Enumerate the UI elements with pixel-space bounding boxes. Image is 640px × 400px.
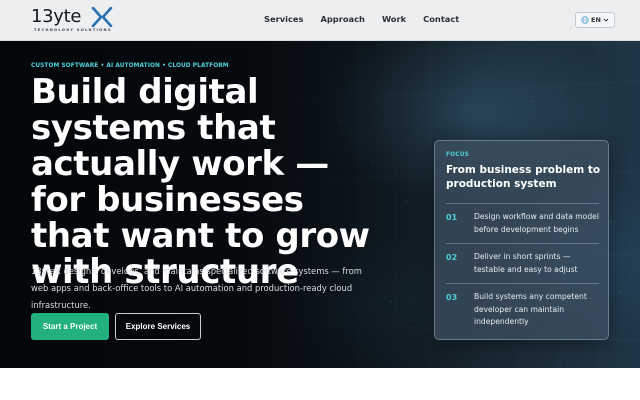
focus-item-text: Deliver in short sprints — testable and … — [474, 252, 578, 274]
focus-item-number: 03 — [446, 293, 458, 302]
nav-work[interactable]: Work — [382, 14, 406, 24]
main-nav: Services Approach Work Contact — [264, 14, 476, 24]
focus-card-kicker: FOCUS — [446, 152, 470, 158]
chevron-down-icon — [603, 18, 609, 22]
nav-approach[interactable]: Approach — [320, 14, 365, 24]
logo-tagline: TECHNOLOGY SOLUTIONS — [34, 28, 112, 32]
hero-eyebrow: CUSTOM SOFTWARE • AI AUTOMATION • CLOUD … — [31, 63, 229, 69]
language-code: EN — [591, 16, 601, 24]
focus-item-text: Build systems any competent developer ca… — [474, 292, 587, 326]
focus-card: FOCUS From business problem to productio… — [434, 140, 609, 340]
hero-headline: Build digital systems that actually work… — [31, 72, 370, 292]
focus-item-number: 01 — [446, 213, 458, 222]
focus-card-title: From business problem to production syst… — [446, 164, 601, 190]
globe-icon — [581, 16, 589, 24]
explore-services-button[interactable]: Explore Services — [115, 313, 201, 340]
brand-logo[interactable]: 13yte TECHNOLOGY SOLUTIONS — [31, 6, 121, 36]
nav-contact[interactable]: Contact — [423, 14, 459, 24]
language-selector[interactable]: EN — [575, 12, 615, 28]
x-logo-mark-icon — [91, 7, 113, 27]
logo-wordmark: 13yte — [31, 6, 82, 27]
nav-services[interactable]: Services — [264, 14, 303, 24]
site-header: 13yte TECHNOLOGY SOLUTIONS Services Appr… — [0, 0, 640, 41]
hero-section: CUSTOM SOFTWARE • AI AUTOMATION • CLOUD … — [0, 41, 640, 368]
hero-lead: 13yteX designs, develops, and maintains … — [31, 266, 362, 310]
focus-item-text: Design workflow and data model before de… — [474, 212, 599, 234]
start-project-button[interactable]: Start a Project — [31, 313, 109, 340]
focus-card-list: 01 Design workflow and data model before… — [446, 203, 599, 331]
focus-list-item: 02 Deliver in short sprints — testable a… — [446, 243, 599, 283]
focus-item-number: 02 — [446, 253, 458, 262]
focus-list-item: 03 Build systems any competent developer… — [446, 283, 599, 331]
focus-list-item: 01 Design workflow and data model before… — [446, 203, 599, 243]
